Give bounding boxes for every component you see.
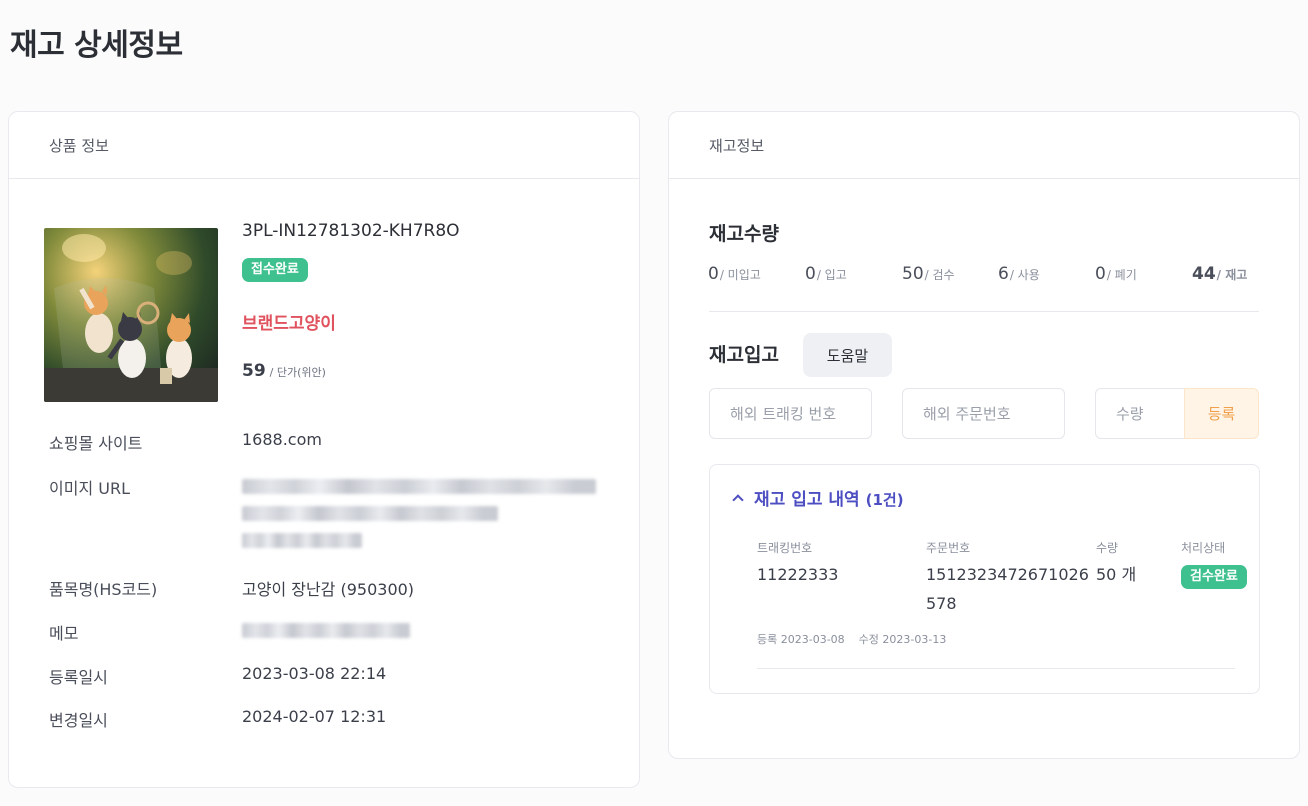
stat-inspected: 50/ 검수 [902,264,955,284]
stock-info-card: 재고정보 재고수량 0/ 미입고 0/ 입고 50/ 검수 6/ 사용 0/ 폐… [668,111,1300,759]
col-qty: 수량 [1096,541,1119,555]
stat-received: 0/ 입고 [805,264,847,284]
divider [709,311,1259,312]
row-dates: 등록 2023-03-08 수정 2023-03-13 [757,633,947,646]
order-number-input[interactable] [902,388,1065,439]
unit-price: 59/ 단가(위안) [242,361,326,381]
row-order: 1512323472671026 578 [926,565,1089,613]
created-value: 2023-03-08 22:14 [242,664,387,683]
inbound-title: 재고입고 [709,344,779,366]
product-info-card: 상품 정보 3PL-IN12781302-KH7R8O 접수완료 브랜드고양이 … [8,111,640,788]
col-order: 주문번호 [926,541,971,555]
status-badge: 접수완료 [242,258,308,282]
product-info-header: 상품 정보 [9,112,639,179]
row-tracking: 11222333 [757,565,839,584]
col-tracking: 트래킹번호 [757,541,813,555]
inbound-history-panel: 재고 입고 내역 (1건) 트래킹번호 주문번호 수량 처리상태 1122233… [709,464,1260,694]
history-title: 재고 입고 내역 [754,490,860,510]
history-divider [757,668,1235,669]
stock-qty-title: 재고수량 [709,223,779,245]
item-name-value: 고양이 장난감 (950300) [242,580,415,599]
stat-used: 6/ 사용 [998,264,1040,284]
updated-label: 변경일시 [49,711,108,730]
image-url-value [242,479,596,560]
stat-not-received: 0/ 미입고 [708,264,761,284]
row-qty: 50 개 [1096,565,1137,584]
stock-info-header: 재고정보 [669,112,1299,179]
stat-stock: 44/ 재고 [1192,264,1248,284]
product-sku: 3PL-IN12781302-KH7R8O [242,221,460,241]
site-label: 쇼핑몰 사이트 [49,434,143,453]
help-button[interactable]: 도움말 [803,333,892,377]
item-name-label: 품목명(HS코드) [49,580,158,599]
updated-value: 2024-02-07 12:31 [242,707,387,726]
history-toggle[interactable]: 재고 입고 내역 (1건) [732,485,904,510]
tracking-number-input[interactable] [709,388,872,439]
row-status-badge: 검수완료 [1181,565,1247,589]
memo-value [242,623,410,650]
page-title: 재고 상세정보 [10,28,183,63]
register-button[interactable]: 등록 [1184,388,1259,439]
stat-disposed: 0/ 폐기 [1095,264,1137,284]
col-status: 처리상태 [1181,541,1226,555]
created-label: 등록일시 [49,668,108,687]
unit-price-value: 59 [242,361,266,381]
unit-price-label: / 단가(위안) [269,366,326,379]
image-url-label: 이미지 URL [49,479,130,498]
quantity-input[interactable] [1095,388,1185,439]
brand-name: 브랜드고양이 [242,314,336,334]
history-count: (1건) [865,491,904,509]
site-value: 1688.com [242,430,322,449]
memo-label: 메모 [49,624,79,643]
product-image [44,228,218,402]
chevron-up-icon [732,494,744,506]
